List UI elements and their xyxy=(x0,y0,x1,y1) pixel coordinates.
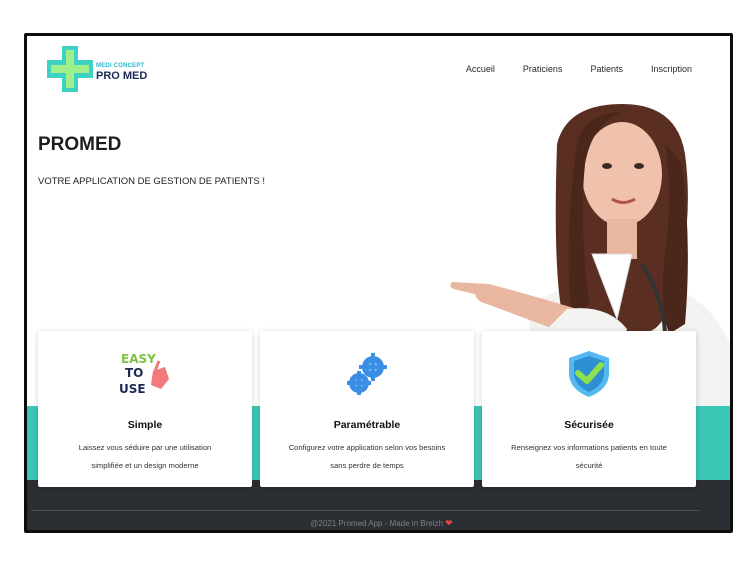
card-description: Configurez votre application selon vos b… xyxy=(288,443,446,470)
svg-text:USE: USE xyxy=(119,382,146,396)
nav-inscription[interactable]: Inscription xyxy=(651,64,692,74)
nav-patients[interactable]: Patients xyxy=(590,64,623,74)
footer: @2021 Promed App - Made in Breizh ❤ xyxy=(27,480,730,530)
main-nav: Accueil Praticiens Patients Inscription xyxy=(438,64,692,74)
card-description: Laissez vous séduire par une utilisation… xyxy=(78,443,212,470)
medical-cross-icon xyxy=(47,46,93,92)
easy-to-use-icon: EASY TO USE xyxy=(119,352,169,396)
nav-accueil[interactable]: Accueil xyxy=(466,64,495,74)
svg-text:EASY: EASY xyxy=(121,352,156,366)
feature-card-simple: EASY TO USE Simple Laissez vous séduire … xyxy=(38,331,252,487)
card-title: Paramétrable xyxy=(333,419,401,431)
gears-icon xyxy=(347,353,387,395)
heart-icon: ❤ xyxy=(445,518,453,528)
card-title: Simple xyxy=(127,419,163,431)
logo[interactable]: MEDI CONCEPT PRO MED xyxy=(47,46,157,92)
hero-subtitle: VOTRE APPLICATION DE GESTION DE PATIENTS… xyxy=(38,176,265,187)
card-description: Renseignez vos informations patients en … xyxy=(511,443,667,470)
nav-praticiens[interactable]: Praticiens xyxy=(523,64,563,74)
footer-text: @2021 Promed App - Made in Breizh ❤ xyxy=(27,518,730,529)
svg-text:TO: TO xyxy=(125,366,143,380)
hero-title: PROMED xyxy=(38,134,122,155)
feature-card-parametrable: Paramétrable Configurez votre applicatio… xyxy=(260,331,474,487)
browser-frame: MEDI CONCEPT PRO MED Accueil Praticiens … xyxy=(24,33,733,533)
logo-subtitle: MEDI CONCEPT xyxy=(96,63,145,69)
feature-card-securisee: Sécurisée Renseignez vos informations pa… xyxy=(482,331,696,487)
logo-title: PRO MED xyxy=(96,70,148,82)
footer-divider xyxy=(31,510,700,511)
footer-copyright: @2021 Promed App - Made in Breizh xyxy=(310,519,443,528)
shield-check-icon xyxy=(569,351,609,397)
card-title: Sécurisée xyxy=(564,419,614,431)
